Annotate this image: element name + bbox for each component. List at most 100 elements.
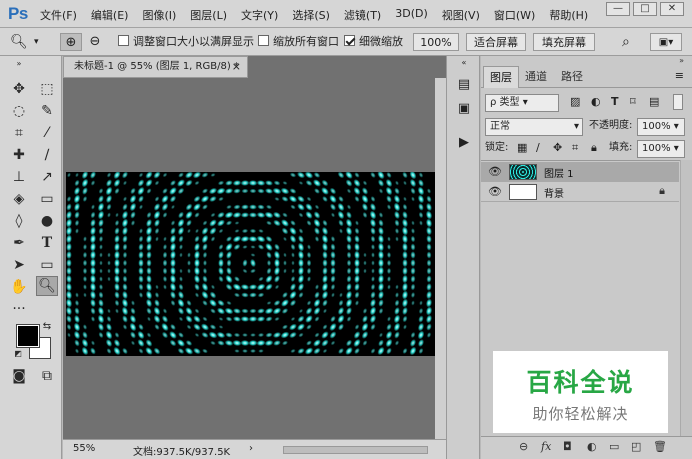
move-tool-icon[interactable]: ✥ (8, 79, 30, 99)
type-tool-icon[interactable]: T (36, 233, 58, 253)
trash-icon[interactable]: 🗑︎ (653, 440, 667, 453)
crop-tool-icon[interactable]: ⌗ (8, 123, 30, 143)
menu-view[interactable]: 视图(V) (442, 7, 480, 23)
fill-screen-button[interactable]: 填充屏幕 (533, 33, 595, 51)
close-button[interactable]: ✕ (660, 2, 684, 16)
type-filter-icon[interactable]: T (611, 94, 619, 112)
panel-menu-icon[interactable]: ≡ (675, 69, 684, 82)
horizontal-scrollbar[interactable] (283, 446, 428, 454)
zoom-percent-button[interactable]: 100% (413, 33, 459, 51)
fit-screen-button[interactable]: 适合屏幕 (466, 33, 526, 51)
workspace-switcher-icon[interactable]: ▣▾ (650, 33, 682, 51)
canvas[interactable] (66, 172, 435, 356)
menu-window[interactable]: 窗口(W) (494, 7, 535, 23)
collapse-arrows-icon[interactable]: » (8, 60, 30, 68)
play-actions-icon[interactable]: ▶ (455, 134, 473, 152)
mask-icon[interactable]: ◘ (563, 440, 572, 453)
menu-filter[interactable]: 滤镜(T) (344, 7, 381, 23)
adjustment-icon[interactable]: ◐ (587, 440, 597, 453)
brush-tool-icon[interactable]: ∕ (36, 145, 58, 165)
zoom-tool-preset-icon[interactable]: 🔍︎ (10, 33, 28, 51)
zoom-in-icon[interactable]: ⊕ (60, 33, 82, 51)
layer-name[interactable]: 图层 1 (544, 165, 574, 180)
zoom-out-icon[interactable]: ⊖ (86, 33, 104, 51)
menu-type[interactable]: 文字(Y) (241, 7, 278, 23)
screen-mode-icon[interactable]: ⧉ (36, 366, 58, 386)
resize-windows-checkbox[interactable]: 调整窗口大小以满屏显示 (118, 33, 254, 51)
adjustment-filter-icon[interactable]: ◐ (591, 94, 601, 112)
chevron-down-icon[interactable]: ▾ (34, 33, 39, 51)
foreground-color-swatch[interactable] (16, 324, 40, 348)
lock-transparent-icon[interactable]: ▦ (517, 140, 527, 158)
smart-object-filter-icon[interactable]: ▤ (649, 94, 659, 112)
status-arrow-icon[interactable]: › (249, 443, 253, 454)
menu-image[interactable]: 图像(I) (142, 7, 176, 23)
marquee-tool-icon[interactable]: ⬚ (36, 79, 58, 99)
zoom-level[interactable]: 55% (73, 443, 95, 454)
group-icon[interactable]: ▭ (609, 440, 619, 453)
eye-icon[interactable]: 👁︎ (488, 185, 502, 198)
maximize-button[interactable]: □ (633, 2, 657, 16)
zoom-tool-icon[interactable]: 🔍︎ (36, 276, 58, 296)
search-icon[interactable]: ⌕ (622, 33, 630, 51)
blend-mode-select[interactable]: 正常 ▾ (485, 118, 583, 136)
lock-all-icon[interactable]: 🔒︎ (591, 140, 597, 158)
filter-toggle-icon[interactable] (673, 94, 683, 110)
collapse-arrows-icon[interactable]: « (455, 59, 473, 67)
scrubby-zoom-checkbox[interactable]: 细微缩放 (344, 33, 403, 51)
eyedropper-tool-icon[interactable]: ⁄ (36, 123, 58, 143)
blur-tool-icon[interactable]: ◊ (8, 211, 30, 231)
path-select-tool-icon[interactable]: ➤ (8, 255, 30, 275)
history-brush-tool-icon[interactable]: ↗ (36, 167, 58, 187)
eye-icon[interactable]: 👁︎ (488, 165, 502, 178)
menu-edit[interactable]: 编辑(E) (91, 7, 129, 23)
filter-kind-select[interactable]: ρ 类型 ▾ (485, 94, 559, 112)
lock-position-icon[interactable]: ✥ (553, 140, 562, 158)
fill-field[interactable]: 100% ▾ (637, 140, 685, 158)
rectangle-tool-icon[interactable]: ▭ (36, 255, 58, 275)
document-tab[interactable]: 未标题-1 @ 55% (图层 1, RGB/8) * × (63, 56, 248, 78)
zoom-all-checkbox[interactable]: 缩放所有窗口 (258, 33, 339, 51)
eraser-tool-icon[interactable]: ◈ (8, 189, 30, 209)
new-layer-icon[interactable]: ◰ (631, 440, 641, 453)
vertical-scrollbar[interactable] (435, 78, 446, 439)
link-icon[interactable]: ⊖ (519, 440, 528, 453)
pen-tool-icon[interactable]: ✒ (8, 233, 30, 253)
lasso-tool-icon[interactable]: ◌ (8, 101, 30, 121)
checkbox-box (344, 35, 355, 46)
menu-help[interactable]: 帮助(H) (549, 7, 588, 23)
layers-scrollbar[interactable] (680, 160, 692, 436)
hand-tool-icon[interactable]: ✋ (8, 277, 30, 297)
dodge-tool-icon[interactable]: ● (36, 211, 58, 231)
menu-select[interactable]: 选择(S) (292, 7, 330, 23)
properties-panel-icon[interactable]: ▣ (455, 100, 473, 118)
close-icon[interactable]: × (232, 57, 241, 77)
history-panel-icon[interactable]: ▤ (455, 76, 473, 94)
menu-file[interactable]: 文件(F) (40, 7, 77, 23)
quick-mask-icon[interactable]: ◙ (8, 366, 30, 386)
layer-name[interactable]: 背景 (544, 185, 564, 200)
more-tools-icon[interactable]: ··· (8, 299, 30, 319)
fx-icon[interactable]: fx (541, 440, 551, 453)
artboard-lock-icon[interactable]: ⌗ (572, 140, 578, 158)
pixel-filter-icon[interactable]: ▨ (570, 94, 580, 112)
gradient-tool-icon[interactable]: ▭ (36, 189, 58, 209)
quick-select-tool-icon[interactable]: ✎ (36, 101, 58, 121)
tab-paths[interactable]: 路径 (555, 66, 589, 88)
swap-colors-icon[interactable]: ⇆ (40, 320, 54, 334)
clone-stamp-tool-icon[interactable]: ⊥ (8, 167, 30, 187)
layer-row[interactable]: 👁︎ 图层 1 (481, 162, 679, 182)
layer-row[interactable]: 👁︎ 背景 🔒︎ (481, 182, 679, 202)
lock-image-icon[interactable]: ∕ (536, 140, 540, 158)
default-colors-icon[interactable]: ◩ (12, 348, 24, 360)
shape-filter-icon[interactable]: ⌑ (630, 94, 636, 112)
opacity-field[interactable]: 100% ▾ (637, 118, 685, 136)
collapse-arrows-icon[interactable]: » (679, 56, 684, 65)
menu-3d[interactable]: 3D(D) (395, 7, 428, 23)
minimize-button[interactable]: — (606, 2, 630, 16)
menu-layer[interactable]: 图层(L) (190, 7, 227, 23)
tab-layers[interactable]: 图层 (483, 66, 519, 88)
healing-brush-tool-icon[interactable]: ✚ (8, 145, 30, 165)
window-controls: — □ ✕ (606, 2, 684, 16)
tab-channels[interactable]: 通道 (519, 66, 553, 88)
